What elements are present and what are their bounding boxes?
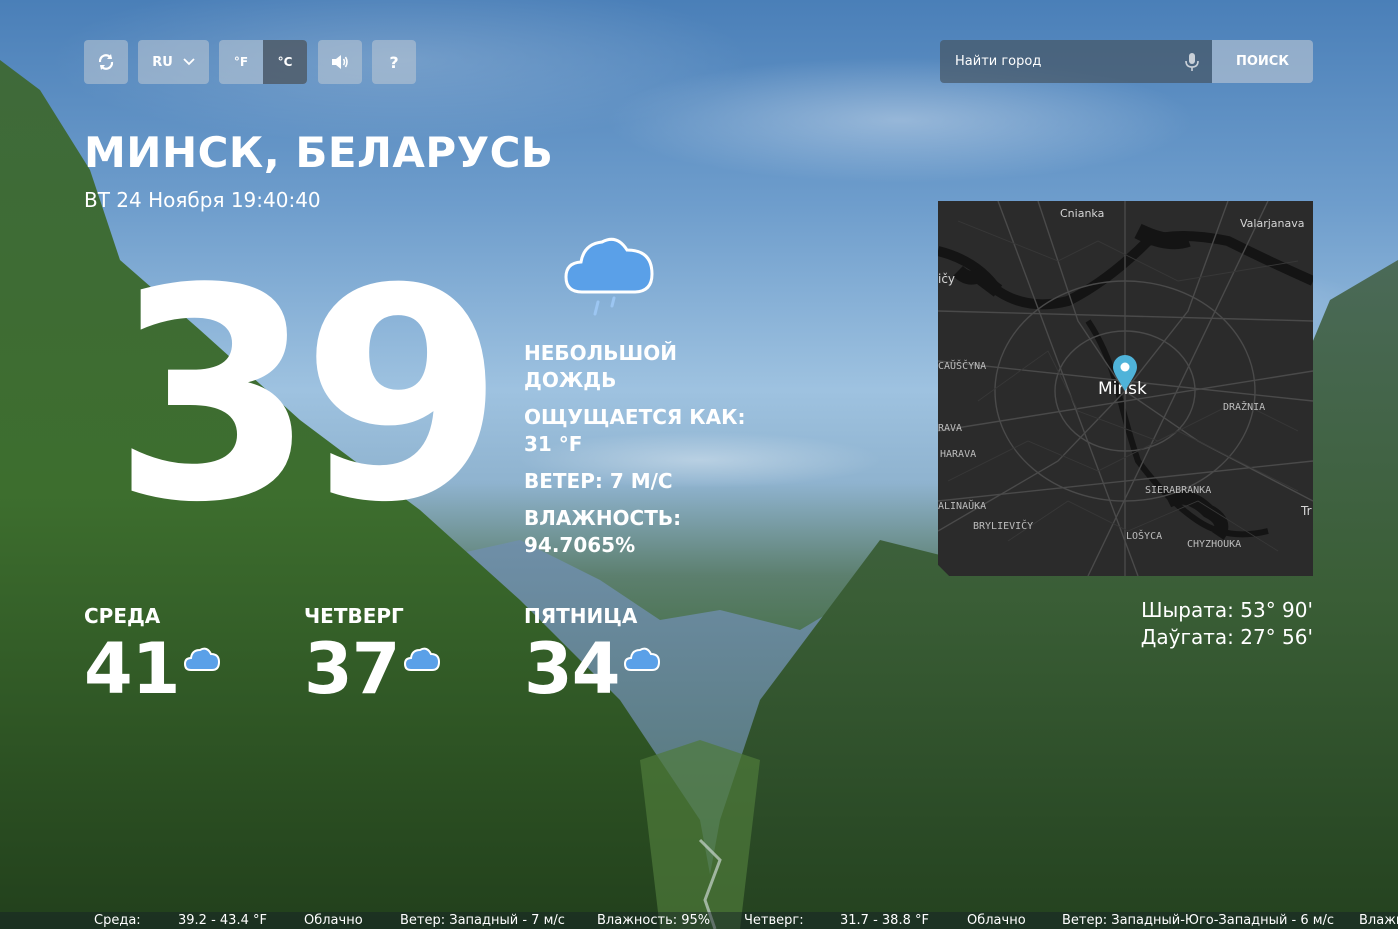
forecast-ticker: Среда: 39.2 - 43.4 °F Облачно Ветер: Зап… (0, 912, 1398, 929)
microphone-icon[interactable] (1184, 52, 1200, 72)
forecast-day-name: ПЯТНИЦА (524, 604, 638, 628)
map-label-causcyna: CAŬŠČYNA (938, 359, 986, 372)
map-label-valarjanava: Valarjanava (1240, 217, 1305, 230)
search-box (940, 40, 1212, 83)
ticker-item: Среда: (94, 913, 141, 928)
forecast-day-2: ЧЕТВЕРГ 37 (304, 604, 514, 704)
unit-toggle: °F °C (219, 40, 307, 84)
map-label-harava: HARAVA (940, 449, 976, 460)
map-label-rava: RAVA (938, 423, 962, 434)
forecast-temperature: 41 (84, 628, 180, 710)
refresh-icon (98, 54, 114, 70)
ticker-item: 31.7 - 38.8 °F (840, 913, 929, 928)
weather-description: НЕБОЛЬШОЙ ДОЖДЬ (524, 341, 677, 392)
ticker-item: 39.2 - 43.4 °F (178, 913, 267, 928)
current-datetime: ВТ 24 Ноября 19:40:40 (84, 188, 321, 212)
longitude: Даўгата: 27° 56' (1140, 625, 1313, 649)
ticker-item: Облачно (304, 913, 363, 928)
wind-speed: ВЕТЕР: 7 М/С (524, 469, 673, 493)
map-label-draznia: DRAŽNIA (1223, 400, 1265, 413)
celsius-button[interactable]: °C (263, 40, 307, 84)
city-title: МИНСК, БЕЛАРУСЬ (84, 128, 554, 177)
language-select[interactable]: RU (138, 40, 209, 84)
language-label: RU (152, 54, 173, 70)
forecast-day-1: СРЕДА 41 (84, 604, 294, 704)
map-label-alinauka: ALINAŬKA (938, 499, 986, 512)
sound-button[interactable] (318, 40, 362, 84)
ticker-item: Облачно (967, 913, 1026, 928)
ticker-item: Ветер: Западный - 7 м/с (400, 913, 565, 928)
cloud-icon (404, 647, 441, 671)
search-button[interactable]: ПОИСК (1212, 40, 1313, 83)
forecast-day-name: СРЕДА (84, 604, 161, 628)
cloud-icon (184, 647, 221, 671)
help-button[interactable]: ? (372, 40, 416, 84)
current-temperature: 39 (112, 226, 504, 566)
map-label-brylievicy: BRYLIEVIČY (973, 519, 1033, 532)
search-input[interactable] (955, 54, 1175, 69)
forecast-day-3: ПЯТНИЦА 34 (524, 604, 734, 704)
ticker-item: Влажн (1359, 913, 1398, 928)
location-map[interactable]: Cnianka Valarjanava ičy CAŬŠČYNA Minsk D… (938, 201, 1313, 576)
feels-like: ОЩУЩАЕТСЯ КАК: 31 °F (524, 405, 746, 456)
map-canvas: Cnianka Valarjanava ičy CAŬŠČYNA Minsk D… (938, 201, 1313, 576)
refresh-button[interactable] (84, 40, 128, 84)
map-label-loscyca: LOŠYCA (1126, 529, 1162, 542)
coordinates: Шырата: 53° 90' Даўгата: 27° 56' (1100, 597, 1313, 651)
humidity: ВЛАЖНОСТЬ: 94.7065% (524, 506, 682, 557)
map-label-cnianka: Cnianka (1060, 207, 1104, 220)
map-label-icy: ičy (938, 272, 955, 286)
forecast-temperature: 37 (304, 628, 400, 710)
ticker-item: Ветер: Западный-Юго-Западный - 6 м/с (1062, 913, 1335, 928)
fahrenheit-button[interactable]: °F (219, 40, 263, 84)
map-label-tr: Tr (1300, 504, 1312, 518)
latitude: Шырата: 53° 90' (1141, 598, 1313, 622)
map-label-chyzhouka: CHYZHOUKA (1187, 539, 1241, 550)
speaker-icon (332, 55, 348, 69)
ticker-item: Четверг: (744, 913, 804, 928)
map-label-sierabranka: SIERABRANKA (1145, 485, 1211, 496)
rain-cloud-icon (564, 237, 654, 316)
forecast-day-name: ЧЕТВЕРГ (304, 604, 404, 628)
weather-details: НЕБОЛЬШОЙ ДОЖДЬ ОЩУЩАЕТСЯ КАК: 31 °F ВЕТ… (524, 340, 754, 569)
cloud-icon (624, 647, 661, 671)
chevron-down-icon (183, 58, 195, 66)
ticker-item: Влажность: 95% (597, 913, 711, 928)
forecast-temperature: 34 (524, 628, 620, 710)
